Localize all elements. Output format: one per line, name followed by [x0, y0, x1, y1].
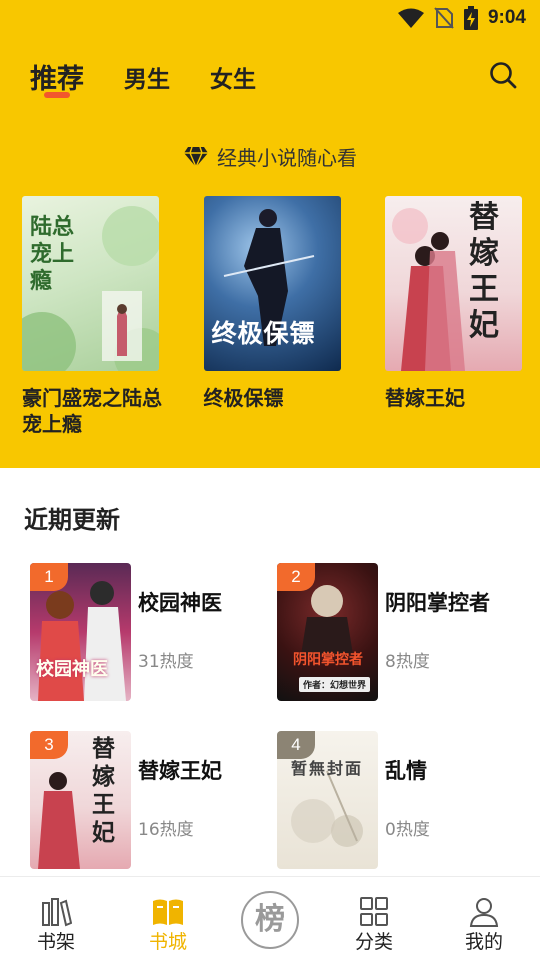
- open-book-icon: [153, 899, 183, 925]
- cover-title: 终极保镖: [211, 319, 316, 348]
- diamond-icon: [184, 146, 208, 168]
- featured-books: 陆总宠上瘾 豪门盛宠之陆总宠上瘾 终极保镖 终极保镖 替嫁王妃 替嫁王妃: [22, 196, 522, 437]
- category-tabs: 推荐 男生 女生: [30, 52, 296, 96]
- book-cover: 终极保镖: [203, 196, 341, 371]
- nav-bookshelf[interactable]: 书架: [2, 877, 110, 960]
- ranking-button[interactable]: 榜: [241, 891, 299, 949]
- slogan-banner: 经典小说随心看: [0, 142, 540, 173]
- nav-label: 我的: [464, 931, 503, 953]
- list-item[interactable]: 暂無封面 4 乱情 0热度: [277, 731, 517, 871]
- list-item[interactable]: 阴阳掌控者 作者：幻想世界 2 阴阳掌控者 8热度: [277, 563, 517, 703]
- book-heat: 16热度: [138, 820, 194, 840]
- list-item[interactable]: 校园神医 1 校园神医 31热度: [30, 563, 270, 703]
- nav-category[interactable]: 分类: [320, 877, 428, 960]
- featured-book-1[interactable]: 陆总宠上瘾 豪门盛宠之陆总宠上瘾: [22, 196, 162, 437]
- active-tab-indicator: [44, 92, 70, 98]
- tab-female[interactable]: 女生: [210, 64, 256, 96]
- bottom-nav: 书架 书城 榜 分类 我的: [0, 876, 540, 960]
- cover-title: 陆总宠上瘾: [30, 215, 75, 294]
- featured-book-3[interactable]: 替嫁王妃 替嫁王妃: [385, 196, 522, 437]
- book-cover: 校园神医 1: [30, 563, 131, 701]
- nav-label: 书城: [148, 931, 187, 953]
- rank-badge: 3: [30, 731, 68, 759]
- no-sim-icon: [434, 7, 454, 29]
- search-icon[interactable]: [488, 60, 518, 90]
- book-heat: 8热度: [385, 652, 430, 672]
- book-cover: 替嫁王妃: [385, 196, 522, 371]
- featured-book-title: 豪门盛宠之陆总宠上瘾: [22, 386, 162, 436]
- rank-badge: 1: [30, 563, 68, 591]
- rank-badge: 2: [277, 563, 315, 591]
- book-name: 乱情: [385, 759, 427, 783]
- featured-book-title: 终极保镖: [203, 386, 284, 410]
- rank-badge: 4: [277, 731, 315, 759]
- book-cover: 阴阳掌控者 作者：幻想世界 2: [277, 563, 378, 701]
- cover-title: 替嫁王妃: [469, 200, 499, 343]
- nav-profile[interactable]: 我的: [430, 877, 538, 960]
- nav-label: 书架: [36, 931, 75, 953]
- nav-bookstore[interactable]: 书城: [114, 877, 222, 960]
- battery-charging-icon: [463, 6, 478, 30]
- tab-male[interactable]: 男生: [124, 64, 170, 96]
- section-title-recent: 近期更新: [24, 506, 120, 534]
- cover-author: 作者：幻想世界: [299, 677, 371, 692]
- book-name: 阴阳掌控者: [385, 591, 490, 615]
- cover-title: 校园神医: [36, 659, 108, 680]
- wifi-icon: [397, 8, 424, 28]
- book-cover: 替嫁王妃 3: [30, 731, 131, 869]
- bookshelf-icon: [42, 898, 72, 927]
- featured-book-2[interactable]: 终极保镖 终极保镖: [203, 196, 341, 437]
- grid-icon: [360, 897, 388, 926]
- status-bar: 9:04: [0, 0, 540, 36]
- featured-book-title: 替嫁王妃: [385, 386, 465, 410]
- cover-title: 阴阳掌控者: [293, 652, 363, 668]
- book-heat: 31热度: [138, 652, 194, 672]
- book-cover: 暂無封面 4: [277, 731, 378, 869]
- slogan-text: 经典小说随心看: [217, 146, 357, 170]
- person-icon: [469, 898, 499, 927]
- status-time: 9:04: [487, 7, 526, 28]
- book-name: 替嫁王妃: [138, 759, 222, 783]
- nav-label: 分类: [354, 931, 393, 953]
- list-item[interactable]: 替嫁王妃 3 替嫁王妃 16热度: [30, 731, 270, 871]
- book-cover: 陆总宠上瘾: [22, 196, 159, 371]
- book-heat: 0热度: [385, 820, 430, 840]
- book-name: 校园神医: [138, 591, 222, 615]
- cover-title: 替嫁王妃: [92, 736, 115, 846]
